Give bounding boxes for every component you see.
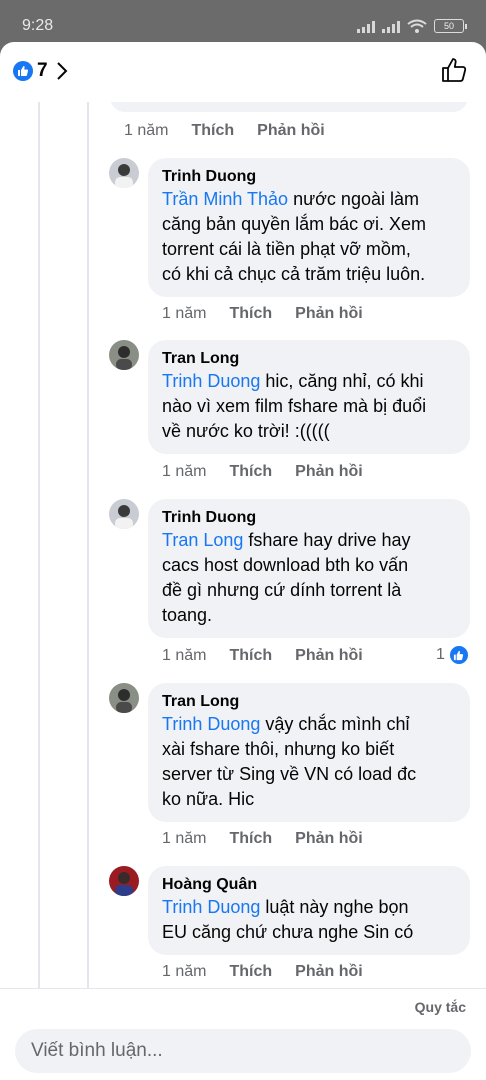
reaction-count[interactable]: 1 xyxy=(436,645,469,665)
comment-bubble[interactable]: Tran Long Trinh Duong hic, căng nhỉ, có … xyxy=(148,340,470,454)
like-button[interactable]: Thích xyxy=(229,463,272,481)
like-reaction-icon xyxy=(448,645,469,665)
comment-actions-previous: 1 năm Thích Phản hồi xyxy=(124,122,348,140)
comment-time: 1 năm xyxy=(162,647,207,664)
comment-time: 1 năm xyxy=(162,963,207,980)
mention-link[interactable]: Trinh Duong xyxy=(162,371,260,391)
like-button[interactable]: Thích xyxy=(229,305,272,323)
comment-text: Trinh Duong luật này nghe bọn EU căng ch… xyxy=(162,895,457,945)
comment-line: cacs host download bth ko vấn xyxy=(162,555,409,575)
sheet-header: 7 xyxy=(0,42,486,102)
like-badge-icon xyxy=(13,61,33,81)
mention-link[interactable]: Trinh Duong xyxy=(162,714,260,734)
comment-text: Tran Long fshare hay drive hay cacs host… xyxy=(162,528,457,628)
comment-line: luật này nghe bọn xyxy=(260,897,409,917)
mention-link[interactable]: Trinh Duong xyxy=(162,897,260,917)
avatar[interactable] xyxy=(109,683,139,713)
comment-line: xài fshare thôi, nhưng ko biết xyxy=(162,739,395,759)
comment-bubble[interactable]: Trinh Duong Tran Long fshare hay drive h… xyxy=(148,499,470,638)
avatar[interactable] xyxy=(109,499,139,529)
comment-line: toang. xyxy=(162,605,213,625)
mention-link[interactable]: Tran Long xyxy=(162,530,243,550)
comment-line: server từ Sing về VN có load đc xyxy=(162,764,417,784)
avatar[interactable] xyxy=(109,340,139,370)
comment-time: 1 năm xyxy=(162,830,207,847)
comment-line: về nước ko trời! :((((( xyxy=(162,421,330,441)
chevron-right-icon xyxy=(56,62,67,80)
comment-thread[interactable]: 1 năm Thích Phản hồi Trinh Duong Trần Mi… xyxy=(0,102,486,988)
comment-bubble-previous xyxy=(110,102,468,112)
reaction-number: 1 xyxy=(436,646,445,663)
comment-line: đề gì nhưng cứ dính torrent là xyxy=(162,580,402,600)
comment-author[interactable]: Hoàng Quân xyxy=(162,875,457,895)
battery-level: 50 xyxy=(443,21,454,31)
comment-bubble[interactable]: Tran Long Trinh Duong vậy chắc mình chỉ … xyxy=(148,683,470,822)
like-button[interactable]: Thích xyxy=(229,647,272,665)
reply-button[interactable]: Phản hồi xyxy=(295,305,363,323)
comment-actions: 1 năm Thích Phản hồi xyxy=(162,830,386,848)
comment-actions: 1 năm Thích Phản hồi xyxy=(162,463,386,481)
comment-line: hic, căng nhỉ, có khi xyxy=(260,371,424,391)
comment-line: fshare hay drive hay xyxy=(243,530,411,550)
comments-sheet: 7 1 năm Thích Phản hồi Trinh Duong Trần … xyxy=(0,42,486,1080)
comment-line: nước ngoài làm xyxy=(288,189,419,209)
comment-text: Trinh Duong hic, căng nhỉ, có khi nào vì… xyxy=(162,369,457,444)
comment-bubble[interactable]: Trinh Duong Trần Minh Thảo nước ngoài là… xyxy=(148,158,470,297)
status-time: 9:28 xyxy=(22,17,54,34)
comment-line: ko nữa. Hic xyxy=(162,789,255,809)
comment-author[interactable]: Tran Long xyxy=(162,349,457,369)
comment-line: EU căng chứ chưa nghe Sin có xyxy=(162,922,414,942)
comment-input[interactable] xyxy=(15,1029,471,1073)
rules-link[interactable]: Quy tắc xyxy=(415,999,466,1015)
comment-actions: 1 năm Thích Phản hồi xyxy=(162,647,386,665)
like-count: 7 xyxy=(37,60,48,81)
comment-actions: 1 năm Thích Phản hồi xyxy=(162,963,386,981)
status-bar: 9:28 50 xyxy=(0,0,486,42)
reactions-summary[interactable]: 7 xyxy=(13,60,68,82)
reply-button[interactable]: Phản hồi xyxy=(295,463,363,481)
comment-footer: Quy tắc xyxy=(0,988,486,1080)
signal-icon-2 xyxy=(382,21,400,33)
like-button[interactable]: Thích xyxy=(191,122,234,140)
comment-line: vậy chắc mình chỉ xyxy=(260,714,410,734)
mention-link[interactable]: Trần Minh Thảo xyxy=(162,189,288,209)
thread-line-inner xyxy=(87,102,89,988)
comment-author[interactable]: Trinh Duong xyxy=(162,167,457,187)
comment-time: 1 năm xyxy=(124,122,169,139)
comment-time: 1 năm xyxy=(162,463,207,480)
comment-bubble[interactable]: Hoàng Quân Trinh Duong luật này nghe bọn… xyxy=(148,866,470,955)
signal-icon xyxy=(357,21,375,33)
comment-text: Trần Minh Thảo nước ngoài làm căng bản q… xyxy=(162,187,457,287)
comment-actions: 1 năm Thích Phản hồi xyxy=(162,305,386,323)
comment-author[interactable]: Tran Long xyxy=(162,692,457,712)
wifi-icon xyxy=(407,19,427,33)
reply-button[interactable]: Phản hồi xyxy=(257,122,325,140)
like-thumb-icon[interactable] xyxy=(440,56,468,84)
comment-author[interactable]: Trinh Duong xyxy=(162,508,457,528)
comment-line: có khi cả chục cả trăm triệu luôn. xyxy=(162,264,426,284)
reply-button[interactable]: Phản hồi xyxy=(295,963,363,981)
avatar[interactable] xyxy=(109,866,139,896)
comment-line: nào vì xem film fshare mà bị đuổi xyxy=(162,396,427,416)
avatar[interactable] xyxy=(109,158,139,188)
reply-button[interactable]: Phản hồi xyxy=(295,830,363,848)
thread-line-outer xyxy=(38,102,40,988)
status-icons: 50 xyxy=(357,19,467,33)
comment-line: căng bản quyền lắm bác ơi. Xem xyxy=(162,214,426,234)
like-button[interactable]: Thích xyxy=(229,830,272,848)
comment-time: 1 năm xyxy=(162,305,207,322)
reply-button[interactable]: Phản hồi xyxy=(295,647,363,665)
comment-line: torrent cái là tiền phạt vỡ mồm, xyxy=(162,239,411,259)
comment-text: Trinh Duong vậy chắc mình chỉ xài fshare… xyxy=(162,712,457,812)
battery-icon: 50 xyxy=(434,19,467,33)
like-button[interactable]: Thích xyxy=(229,963,272,981)
